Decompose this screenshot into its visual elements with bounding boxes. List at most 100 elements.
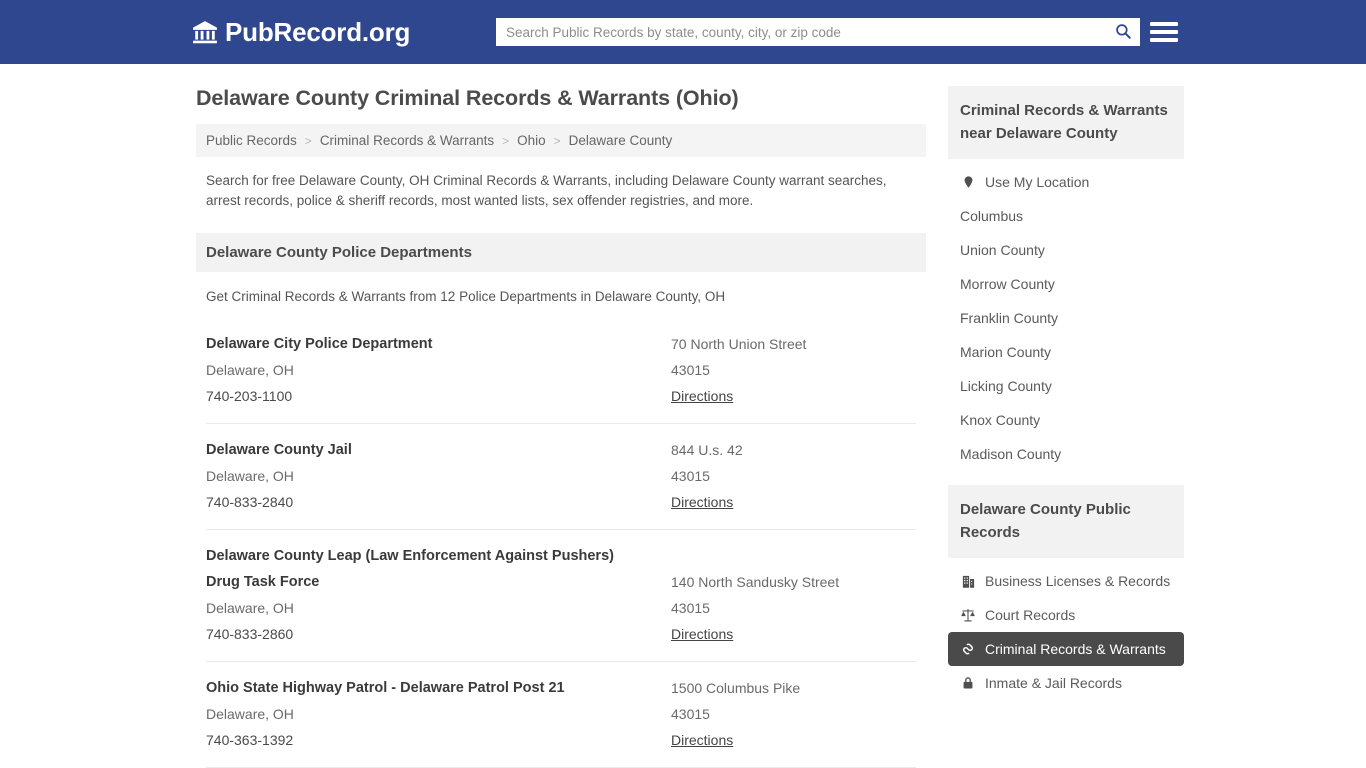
sidebar: Criminal Records & Warrants near Delawar… xyxy=(948,86,1184,768)
breadcrumb-separator: > xyxy=(553,133,561,148)
organization-street: 140 North Sandusky Street xyxy=(671,574,840,590)
breadcrumb-item-public-records[interactable]: Public Records xyxy=(206,133,297,148)
table-row: Ohio State Highway Patrol - Delaware Pat… xyxy=(206,661,916,767)
search-button[interactable] xyxy=(1106,18,1140,46)
sidebar-item-inmate-jail-records[interactable]: Inmate & Jail Records xyxy=(948,666,1184,700)
table-row: Delaware County Jail Delaware, OH 740-83… xyxy=(206,423,916,529)
search-icon xyxy=(1114,22,1132,43)
page-body: Delaware County Criminal Records & Warra… xyxy=(0,64,1366,768)
scales-of-justice-icon xyxy=(960,607,976,623)
organization-zip: 43015 xyxy=(671,600,710,616)
directions-link[interactable]: Directions xyxy=(671,489,733,515)
sidebar-nearby-title: Criminal Records & Warrants near Delawar… xyxy=(948,86,1184,159)
sidebar-item-licking-county[interactable]: Licking County xyxy=(948,369,1184,403)
brand-name: PubRecord.org xyxy=(225,16,411,47)
organization-name[interactable]: Delaware County Leap (Law Enforcement Ag… xyxy=(206,543,671,569)
directions-link[interactable]: Directions xyxy=(671,727,733,753)
sidebar-item-columbus[interactable]: Columbus xyxy=(948,199,1184,233)
organization-city-state: Delaware, OH xyxy=(206,600,294,616)
sidebar-item-label: Knox County xyxy=(960,412,1041,428)
bank-building-icon xyxy=(192,19,218,45)
organization-name[interactable]: Delaware City Police Department xyxy=(206,331,671,357)
search-input[interactable] xyxy=(496,18,1106,46)
sidebar-item-marion-county[interactable]: Marion County xyxy=(948,335,1184,369)
police-department-list: Delaware City Police Department Delaware… xyxy=(196,318,926,768)
main-content: Delaware County Criminal Records & Warra… xyxy=(196,86,926,768)
breadcrumb-item-delaware-county[interactable]: Delaware County xyxy=(569,133,673,148)
handcuffs-icon xyxy=(960,641,976,657)
listing-left-column: Delaware City Police Department Delaware… xyxy=(206,331,671,409)
table-row: Delaware City Police Department Delaware… xyxy=(206,318,916,423)
site-logo-link[interactable]: PubRecord.org xyxy=(192,17,410,48)
section-header-police-departments: Delaware County Police Departments xyxy=(196,233,926,272)
listing-left-column: Delaware County Leap (Law Enforcement Ag… xyxy=(206,543,671,647)
sidebar-records-list: Business Licenses & Records Court Record… xyxy=(948,564,1184,700)
breadcrumb-item-criminal-records[interactable]: Criminal Records & Warrants xyxy=(320,133,494,148)
organization-city-state: Delaware, OH xyxy=(206,468,294,484)
sidebar-item-label: Use My Location xyxy=(985,174,1090,190)
organization-phone: 740-363-1392 xyxy=(206,732,294,748)
page-title: Delaware County Criminal Records & Warra… xyxy=(196,86,739,110)
sidebar-item-union-county[interactable]: Union County xyxy=(948,233,1184,267)
sidebar-item-franklin-county[interactable]: Franklin County xyxy=(948,301,1184,335)
listing-spacer xyxy=(671,543,916,569)
sidebar-item-knox-county[interactable]: Knox County xyxy=(948,403,1184,437)
organization-city-state: Delaware, OH xyxy=(206,362,294,378)
sidebar-item-use-my-location[interactable]: Use My Location xyxy=(948,165,1184,199)
sidebar-item-label: Columbus xyxy=(960,208,1024,224)
sidebar-nearby-list: Use My Location Columbus Union County Mo… xyxy=(948,165,1184,471)
menu-bar-3 xyxy=(1150,38,1178,42)
listing-right-column: 70 North Union Street 43015 Directions xyxy=(671,331,916,409)
sidebar-item-court-records[interactable]: Court Records xyxy=(948,598,1184,632)
organization-name-line-2[interactable]: Drug Task Force xyxy=(206,569,671,595)
sidebar-item-label: Inmate & Jail Records xyxy=(985,675,1122,691)
organization-zip: 43015 xyxy=(671,706,710,722)
sidebar-item-business-licenses[interactable]: Business Licenses & Records xyxy=(948,564,1184,598)
menu-bar-1 xyxy=(1150,22,1178,26)
menu-bar-2 xyxy=(1150,30,1178,34)
sidebar-item-label: Madison County xyxy=(960,446,1062,462)
breadcrumb-separator: > xyxy=(502,133,510,148)
organization-phone: 740-833-2840 xyxy=(206,494,294,510)
breadcrumb-item-ohio[interactable]: Ohio xyxy=(517,133,546,148)
sidebar-records-title: Delaware County Public Records xyxy=(948,485,1184,558)
listing-left-column: Ohio State Highway Patrol - Delaware Pat… xyxy=(206,675,671,753)
breadcrumb-separator: > xyxy=(304,133,312,148)
sidebar-item-criminal-records[interactable]: Criminal Records & Warrants xyxy=(948,632,1184,666)
organization-street: 1500 Columbus Pike xyxy=(671,680,801,696)
organization-name[interactable]: Delaware County Jail xyxy=(206,437,671,463)
map-pin-icon xyxy=(960,174,976,190)
organization-city-state: Delaware, OH xyxy=(206,706,294,722)
sidebar-item-label: Franklin County xyxy=(960,310,1059,326)
padlock-icon xyxy=(960,675,976,691)
section-subtitle: Get Criminal Records & Warrants from 12 … xyxy=(206,289,726,304)
organization-phone: 740-833-2860 xyxy=(206,626,294,642)
building-icon xyxy=(960,573,976,589)
sidebar-item-label: Marion County xyxy=(960,344,1052,360)
sidebar-item-label: Criminal Records & Warrants xyxy=(985,641,1166,657)
organization-street: 844 U.s. 42 xyxy=(671,442,743,458)
listing-left-column: Delaware County Jail Delaware, OH 740-83… xyxy=(206,437,671,515)
organization-zip: 43015 xyxy=(671,362,710,378)
organization-zip: 43015 xyxy=(671,468,710,484)
organization-name[interactable]: Ohio State Highway Patrol - Delaware Pat… xyxy=(206,675,671,701)
organization-phone: 740-203-1100 xyxy=(206,388,293,404)
directions-link[interactable]: Directions xyxy=(671,383,733,409)
sidebar-item-label: Court Records xyxy=(985,607,1076,623)
table-row: Delaware County Leap (Law Enforcement Ag… xyxy=(206,529,916,661)
sidebar-item-label: Licking County xyxy=(960,378,1052,394)
directions-link[interactable]: Directions xyxy=(671,621,733,647)
sidebar-item-label: Morrow County xyxy=(960,276,1055,292)
sidebar-item-morrow-county[interactable]: Morrow County xyxy=(948,267,1184,301)
sidebar-item-label: Union County xyxy=(960,242,1045,258)
search-bar xyxy=(496,18,1140,46)
listing-right-column: 140 North Sandusky Street 43015 Directio… xyxy=(671,543,916,647)
page-intro-text: Search for free Delaware County, OH Crim… xyxy=(206,173,887,208)
organization-street: 70 North Union Street xyxy=(671,336,807,352)
listing-right-column: 844 U.s. 42 43015 Directions xyxy=(671,437,916,515)
sidebar-item-label: Business Licenses & Records xyxy=(985,573,1171,589)
sidebar-item-madison-county[interactable]: Madison County xyxy=(948,437,1184,471)
hamburger-menu-icon[interactable] xyxy=(1150,18,1178,46)
listing-right-column: 1500 Columbus Pike 43015 Directions xyxy=(671,675,916,753)
breadcrumb: Public Records > Criminal Records & Warr… xyxy=(196,124,926,157)
